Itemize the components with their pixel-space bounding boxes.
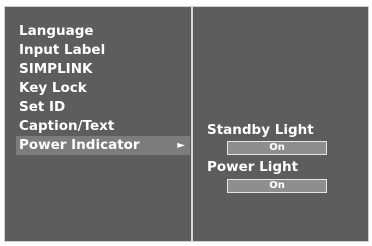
menu-item-label: Power Indicator	[19, 137, 140, 153]
menu-item-label: Key Lock	[19, 80, 87, 96]
menu-item-label: Language	[19, 23, 94, 39]
menu-item-language[interactable]: Language	[19, 22, 187, 41]
menu-item-input-label[interactable]: Input Label	[19, 41, 187, 60]
power-light-value[interactable]: On	[227, 179, 327, 193]
menu-item-set-id[interactable]: Set ID	[19, 98, 187, 117]
submenu-panel: Standby Light On Power Light On	[195, 7, 368, 241]
menu-list: Language Input Label SIMPLINK Key Lock S…	[5, 7, 190, 241]
menu-item-power-indicator[interactable]: Power Indicator ►	[16, 136, 190, 155]
standby-light-value[interactable]: On	[227, 141, 327, 155]
menu-item-caption-text[interactable]: Caption/Text	[19, 117, 187, 136]
play-arrow-icon: ►	[177, 140, 185, 151]
standby-light-label: Standby Light	[207, 122, 314, 138]
power-light-label: Power Light	[207, 159, 299, 175]
menu-item-label: Set ID	[19, 99, 66, 115]
menu-item-label: Caption/Text	[19, 118, 115, 134]
panel-divider	[191, 7, 193, 241]
menu-item-key-lock[interactable]: Key Lock	[19, 79, 187, 98]
menu-item-label: Input Label	[19, 42, 106, 58]
menu-item-label: SIMPLINK	[19, 61, 93, 77]
menu-item-simplink[interactable]: SIMPLINK	[19, 60, 187, 79]
option-menu: Language Input Label SIMPLINK Key Lock S…	[4, 6, 369, 242]
